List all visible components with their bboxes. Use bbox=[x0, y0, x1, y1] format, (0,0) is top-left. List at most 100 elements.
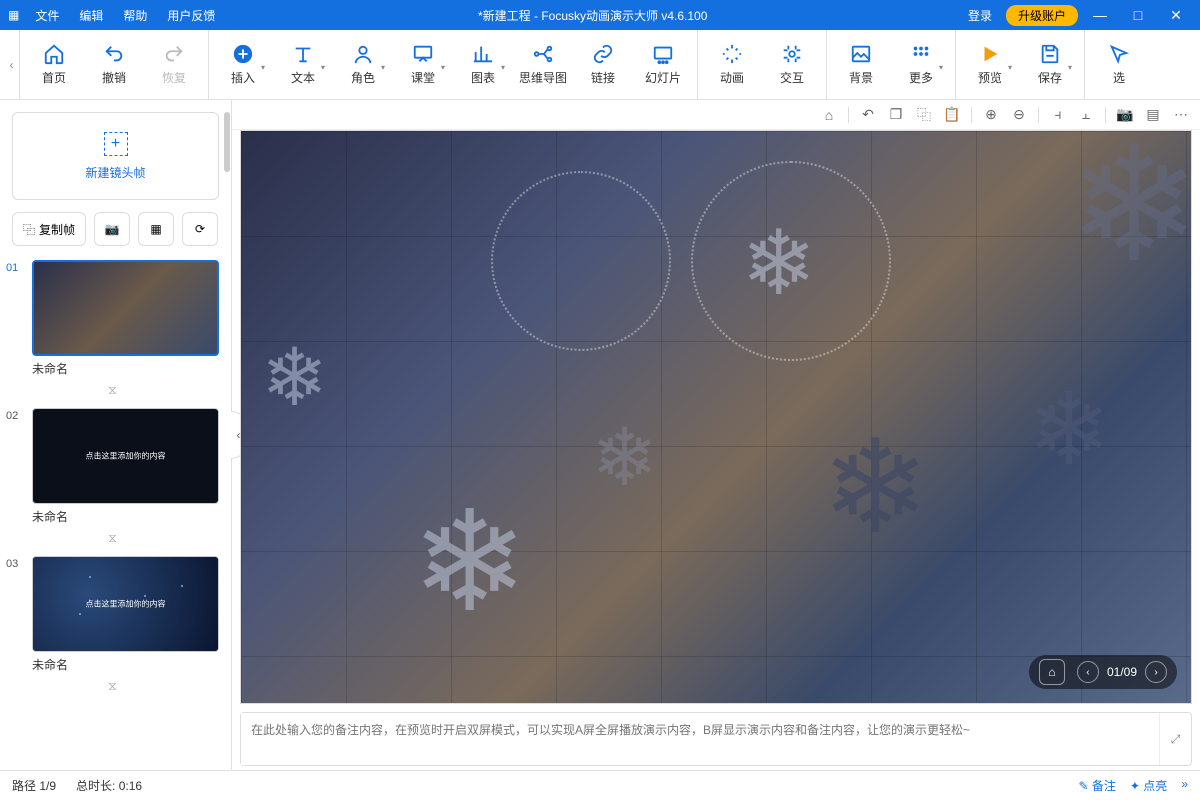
undo-button[interactable]: 撤销 bbox=[84, 35, 144, 95]
status-expand-icon[interactable]: » bbox=[1181, 777, 1188, 794]
cursor-icon bbox=[1108, 43, 1130, 65]
sidebar: + 新建镜头帧 ⿻复制帧 📷 ▦ ⟳ 01 未命名 ⧖ 02 点击这里添加你的内… bbox=[0, 100, 232, 770]
page-prev-button[interactable]: ‹ bbox=[1077, 661, 1099, 683]
status-path: 路径 1/9 bbox=[12, 777, 56, 794]
save-icon bbox=[1039, 43, 1061, 65]
background-button[interactable]: 背景 bbox=[831, 35, 891, 95]
canvas-home-icon[interactable]: ⌂ bbox=[818, 104, 840, 126]
slide-item-1[interactable]: 01 未命名 ⧖ bbox=[0, 256, 231, 404]
transition-icon[interactable]: ⧖ bbox=[6, 381, 219, 400]
menu-feedback[interactable]: 用户反馈 bbox=[157, 7, 225, 24]
sidebar-scrollbar[interactable] bbox=[223, 100, 231, 770]
maximize-button[interactable]: □ bbox=[1122, 7, 1154, 23]
redo-button[interactable]: 恢复 bbox=[144, 35, 204, 95]
plus-circle-icon bbox=[232, 43, 254, 65]
plus-icon: + bbox=[104, 132, 128, 156]
mindmap-icon bbox=[532, 43, 554, 65]
canvas-paste-icon[interactable]: 📋 bbox=[941, 104, 963, 126]
undo-icon bbox=[103, 43, 125, 65]
page-nav-home-icon[interactable]: ⌂ bbox=[1039, 659, 1065, 685]
role-button[interactable]: 角色▾ bbox=[333, 35, 393, 95]
menu-edit[interactable]: 编辑 bbox=[69, 7, 113, 24]
interact-button[interactable]: 交互 bbox=[762, 35, 822, 95]
transition-icon[interactable]: ⧖ bbox=[6, 529, 219, 548]
align-center-icon[interactable]: ⫠ bbox=[1075, 104, 1097, 126]
status-likes-button[interactable]: ✦ 点亮 bbox=[1130, 777, 1167, 794]
canvas-copy-icon[interactable]: ❐ bbox=[885, 104, 907, 126]
animation-button[interactable]: 动画 bbox=[702, 35, 762, 95]
sparkle-icon bbox=[721, 43, 743, 65]
person-icon bbox=[352, 43, 374, 65]
zoom-out-icon[interactable]: ⊖ bbox=[1008, 104, 1030, 126]
upgrade-button[interactable]: 升级账户 bbox=[1006, 5, 1078, 26]
insert-button[interactable]: 插入▾ bbox=[213, 35, 273, 95]
canvas[interactable]: ❄ ❄ ❄ ❄ ❄ ❄ ❄ ⌂ ‹ 01/09 › bbox=[240, 130, 1192, 704]
chart-icon bbox=[472, 43, 494, 65]
qr-icon: ▦ bbox=[150, 222, 161, 236]
image-icon bbox=[850, 43, 872, 65]
close-button[interactable]: ✕ bbox=[1160, 7, 1192, 24]
layers-icon[interactable]: ▤ bbox=[1142, 104, 1164, 126]
collapse-left-icon[interactable]: ‹ bbox=[4, 30, 20, 100]
select-button[interactable]: 选 bbox=[1089, 35, 1149, 95]
minimize-button[interactable]: — bbox=[1084, 7, 1116, 23]
link-button[interactable]: 链接 bbox=[573, 35, 633, 95]
slide-item-3[interactable]: 03 点击这里添加你的内容 未命名 ⧖ bbox=[0, 552, 231, 700]
status-remark-button[interactable]: ✎ 备注 bbox=[1079, 777, 1116, 794]
more-button[interactable]: 更多▾ bbox=[891, 35, 951, 95]
slide-thumb-2: 点击这里添加你的内容 bbox=[32, 408, 219, 504]
board-icon bbox=[412, 43, 434, 65]
copy-icon: ⿻ bbox=[23, 221, 35, 238]
align-left-icon[interactable]: ⫞ bbox=[1047, 104, 1069, 126]
app-icon: ▦ bbox=[8, 8, 19, 22]
chart-button[interactable]: 图表▾ bbox=[453, 35, 513, 95]
home-icon bbox=[43, 43, 65, 65]
text-button[interactable]: 文本▾ bbox=[273, 35, 333, 95]
menu-file[interactable]: 文件 bbox=[25, 7, 69, 24]
save-button[interactable]: 保存▾ bbox=[1020, 35, 1080, 95]
canvas-undo-icon[interactable]: ↶ bbox=[857, 104, 879, 126]
interact-icon bbox=[781, 43, 803, 65]
new-frame-button[interactable]: + 新建镜头帧 bbox=[12, 112, 219, 200]
slide-item-2[interactable]: 02 点击这里添加你的内容 未命名 ⧖ bbox=[0, 404, 231, 552]
home-button[interactable]: 首页 bbox=[24, 35, 84, 95]
slide-button[interactable]: 幻灯片 bbox=[633, 35, 693, 95]
notes-expand-icon[interactable]: ⤢ bbox=[1159, 713, 1191, 765]
statusbar: 路径 1/9 总时长: 0:16 ✎ 备注 ✦ 点亮 » bbox=[0, 770, 1200, 800]
capture-icon[interactable]: 📷 bbox=[1114, 104, 1136, 126]
slide-thumb-3: 点击这里添加你的内容 bbox=[32, 556, 219, 652]
slide-thumb-1 bbox=[32, 260, 219, 356]
qr-button[interactable]: ▦ bbox=[138, 212, 174, 246]
menu-help[interactable]: 帮助 bbox=[113, 7, 157, 24]
page-next-button[interactable]: › bbox=[1145, 661, 1167, 683]
toolbar: ‹ 首页 撤销 恢复 插入▾ 文本▾ 角色▾ 课堂▾ 图表▾ 思维导图 链接 幻… bbox=[0, 30, 1200, 100]
camera-icon: 📷 bbox=[105, 222, 120, 236]
canvas-toolbar: ⌂ ↶ ❐ ⿻ 📋 ⊕ ⊖ ⫞ ⫠ 📷 ▤ ⋯ bbox=[232, 100, 1200, 130]
play-icon bbox=[979, 43, 1001, 65]
grid-icon bbox=[910, 43, 932, 65]
preview-button[interactable]: 预览▾ bbox=[960, 35, 1020, 95]
refresh-icon: ⟳ bbox=[195, 222, 205, 236]
slide-icon bbox=[652, 43, 674, 65]
copy-frame-button[interactable]: ⿻复制帧 bbox=[12, 212, 86, 246]
titlebar: ▦ 文件 编辑 帮助 用户反馈 *新建工程 - Focusky动画演示大师 v4… bbox=[0, 0, 1200, 30]
canvas-duplicate-icon[interactable]: ⿻ bbox=[913, 104, 935, 126]
window-title: *新建工程 - Focusky动画演示大师 v4.6.100 bbox=[225, 7, 960, 24]
zoom-in-icon[interactable]: ⊕ bbox=[980, 104, 1002, 126]
camera-button[interactable]: 📷 bbox=[94, 212, 130, 246]
canvas-more-icon[interactable]: ⋯ bbox=[1170, 104, 1192, 126]
transition-icon[interactable]: ⧖ bbox=[6, 677, 219, 696]
canvas-area: ‹ ⌂ ↶ ❐ ⿻ 📋 ⊕ ⊖ ⫞ ⫠ 📷 ▤ ⋯ ❄ ❄ ❄ ❄ bbox=[232, 100, 1200, 770]
class-button[interactable]: 课堂▾ bbox=[393, 35, 453, 95]
notes-panel: ⤢ bbox=[240, 712, 1192, 766]
redo-icon bbox=[163, 43, 185, 65]
page-nav: ⌂ ‹ 01/09 › bbox=[1029, 655, 1177, 689]
page-indicator: 01/09 bbox=[1107, 665, 1137, 679]
link-icon bbox=[592, 43, 614, 65]
text-icon bbox=[292, 43, 314, 65]
status-duration: 总时长: 0:16 bbox=[76, 777, 142, 794]
refresh-button[interactable]: ⟳ bbox=[182, 212, 218, 246]
notes-input[interactable] bbox=[241, 713, 1159, 765]
login-link[interactable]: 登录 bbox=[960, 7, 1000, 24]
mindmap-button[interactable]: 思维导图 bbox=[513, 35, 573, 95]
